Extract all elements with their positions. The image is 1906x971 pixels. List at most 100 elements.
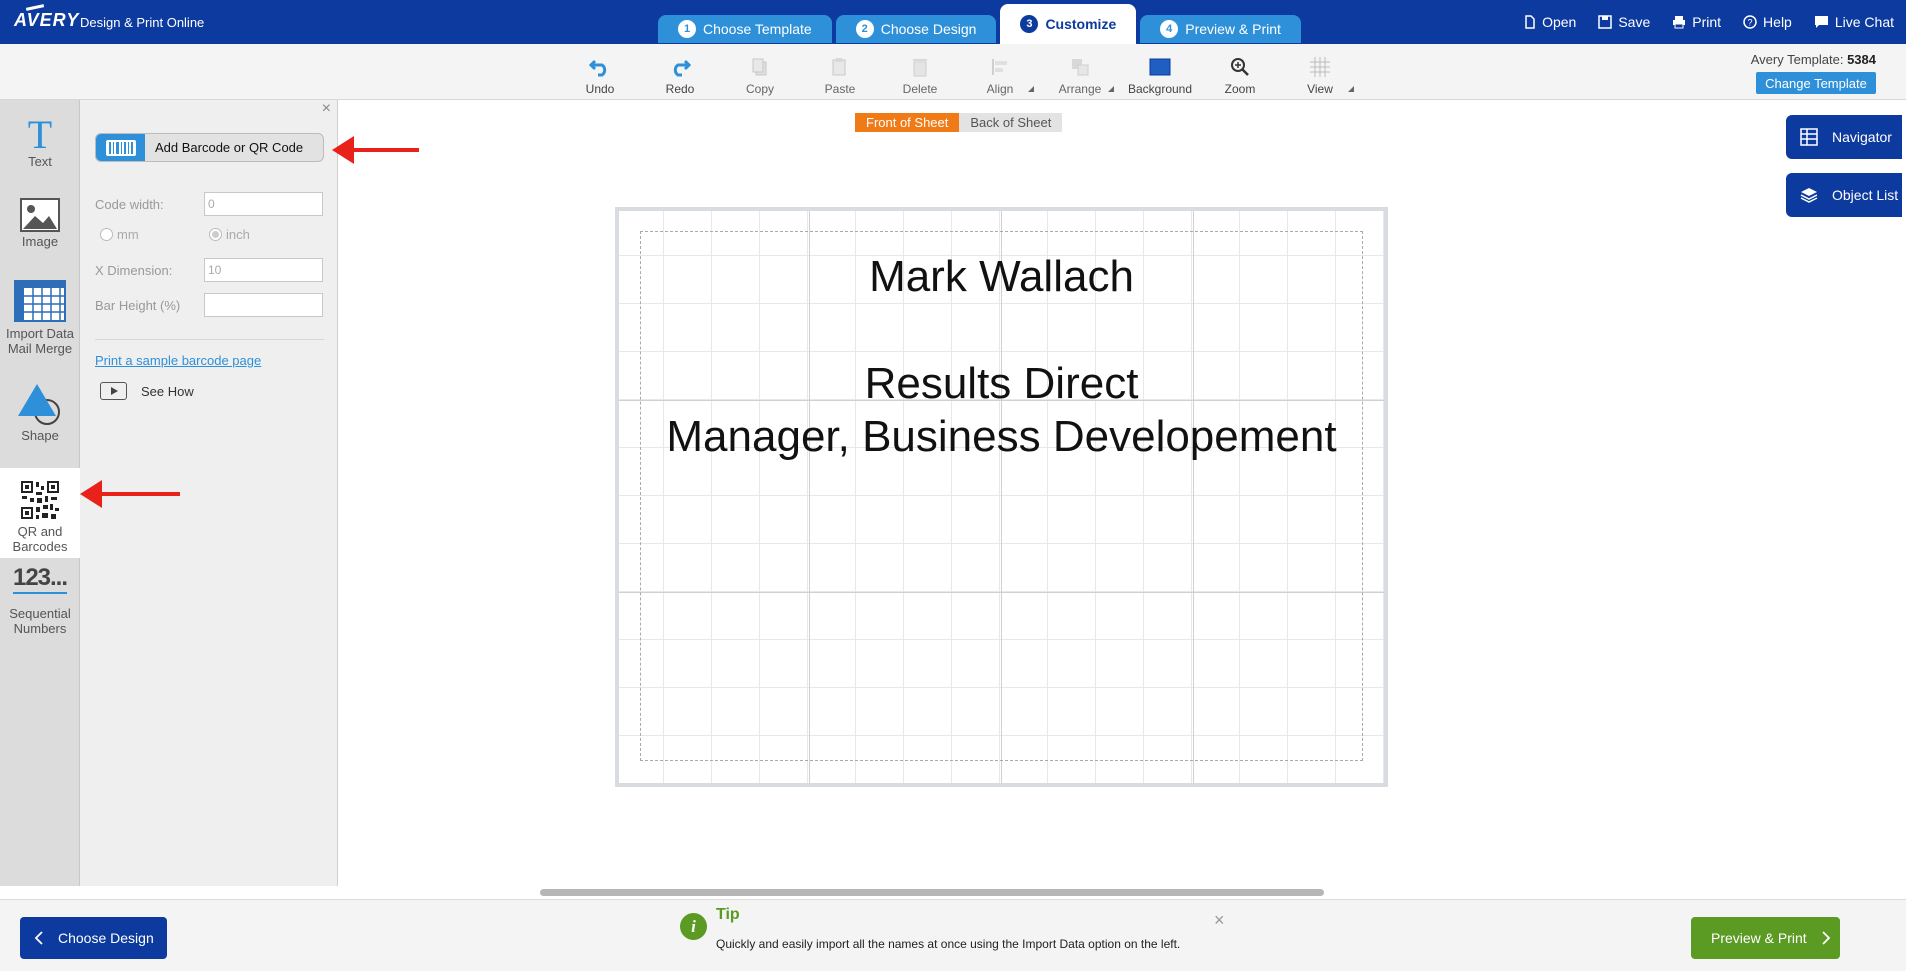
arrange-button[interactable]: Arrange <box>1040 48 1120 96</box>
unit-mm-label: mm <box>117 227 139 242</box>
step-choose-design[interactable]: 2 Choose Design <box>835 15 997 43</box>
unit-mm-radio[interactable]: mm <box>100 227 139 242</box>
zoom-icon <box>1228 55 1252 79</box>
choose-design-label: Choose Design <box>58 930 154 946</box>
live-chat-link[interactable]: Live Chat <box>1814 14 1894 30</box>
rail-item-label: QR and Barcodes <box>12 524 68 554</box>
radio-circle-icon <box>100 228 113 241</box>
step-label: Choose Design <box>880 21 977 37</box>
print-link[interactable]: Print <box>1672 14 1721 30</box>
align-label: Align <box>986 82 1014 96</box>
print-label: Print <box>1692 14 1722 30</box>
undo-icon <box>588 55 612 79</box>
layers-icon <box>1800 188 1818 203</box>
avery-template-info: Avery Template: 5384 <box>1751 52 1876 67</box>
rail-item-image[interactable]: Image <box>0 196 80 276</box>
unit-inch-radio[interactable]: inch <box>209 227 250 242</box>
help-link[interactable]: ? Help <box>1743 14 1792 30</box>
rail-item-qr-barcodes[interactable]: QR and Barcodes <box>0 468 80 558</box>
choose-design-back-button[interactable]: Choose Design <box>20 917 167 959</box>
live-chat-label: Live Chat <box>1834 14 1894 30</box>
open-file-icon <box>1525 15 1535 29</box>
rail-item-label: Import Data Mail Merge <box>6 326 74 356</box>
navigator-button[interactable]: Navigator <box>1786 115 1902 159</box>
panel-divider <box>95 339 324 340</box>
info-icon: i <box>680 913 707 940</box>
step-number: 3 <box>1020 15 1039 33</box>
tab-front-of-sheet[interactable]: Front of Sheet <box>855 113 960 132</box>
undo-button[interactable]: Undo <box>560 48 640 96</box>
product-name: Design & Print Online <box>80 15 205 30</box>
printer-icon <box>1673 16 1686 29</box>
copy-button[interactable]: Copy <box>720 48 800 96</box>
help-label: Help <box>1763 14 1792 30</box>
avery-logo[interactable]: AVERY <box>14 10 79 31</box>
delete-label: Delete <box>902 82 938 96</box>
redo-button[interactable]: Redo <box>640 48 720 96</box>
background-icon <box>1148 55 1172 79</box>
zoom-button[interactable]: Zoom <box>1200 48 1280 96</box>
step-label: Choose Template <box>703 21 812 37</box>
view-button[interactable]: View <box>1280 48 1360 96</box>
step-preview-print[interactable]: 4 Preview & Print <box>1140 15 1301 43</box>
open-link[interactable]: Open <box>1524 14 1576 30</box>
code-width-label: Code width: <box>95 197 164 212</box>
tab-back-of-sheet[interactable]: Back of Sheet <box>959 113 1063 132</box>
dropdown-triangle-icon <box>1028 86 1034 92</box>
step-number: 2 <box>855 20 874 38</box>
dropdown-triangle-icon <box>1108 86 1114 92</box>
rail-item-text[interactable]: T Text <box>0 112 80 190</box>
sheet-tabs: Front of Sheet Back of Sheet <box>855 113 1063 132</box>
label-text-title[interactable]: Manager, Business Developement <box>615 412 1388 462</box>
change-template-button[interactable]: Change Template <box>1756 72 1876 94</box>
x-dimension-input[interactable]: 10 <box>204 258 323 282</box>
object-list-button[interactable]: Object List <box>1786 173 1902 217</box>
shape-icon <box>18 384 60 425</box>
save-link[interactable]: Save <box>1598 14 1650 30</box>
delete-button[interactable]: Delete <box>880 48 960 96</box>
sequential-numbers-icon: 123... <box>12 564 68 594</box>
unit-inch-label: inch <box>226 227 250 242</box>
align-icon <box>988 55 1012 79</box>
preview-print-next-button[interactable]: Preview & Print <box>1691 917 1840 959</box>
redo-label: Redo <box>665 82 695 96</box>
print-sample-barcode-link[interactable]: Print a sample barcode page <box>95 353 261 368</box>
avery-template-label: Avery Template: <box>1750 52 1844 67</box>
see-how-link[interactable]: See How <box>100 382 194 400</box>
label-text-company[interactable]: Results Direct <box>615 359 1388 409</box>
step-tabs: 1 Choose Template 2 Choose Design 3 Customi… <box>658 4 1301 44</box>
step-customize[interactable]: 3 Customize <box>1000 4 1137 44</box>
step-number: 1 <box>678 20 696 38</box>
qr-code-icon <box>21 481 59 519</box>
annotation-arrow <box>80 480 180 508</box>
bottom-bar <box>0 899 1906 971</box>
add-barcode-label: Add Barcode or QR Code <box>155 140 304 155</box>
close-icon[interactable]: × <box>322 100 331 118</box>
rail-item-import-data[interactable]: Import Data Mail Merge <box>0 280 80 380</box>
close-icon[interactable]: × <box>1214 910 1225 931</box>
help-icon: ? <box>1743 15 1757 29</box>
code-width-input[interactable]: 0 <box>204 192 323 216</box>
x-dimension-label: X Dimension: <box>95 263 173 278</box>
step-choose-template[interactable]: 1 Choose Template <box>658 15 832 43</box>
paste-button[interactable]: Paste <box>800 48 880 96</box>
rail-item-shape[interactable]: Shape <box>0 378 80 470</box>
label-text-name[interactable]: Mark Wallach <box>615 252 1388 302</box>
align-button[interactable]: Align <box>960 48 1040 96</box>
arrange-icon <box>1068 55 1092 79</box>
horizontal-scrollbar[interactable] <box>540 889 1324 896</box>
rail-item-sequential-numbers[interactable]: 123... Sequential Numbers <box>0 564 80 654</box>
svg-text:T: T <box>28 112 52 154</box>
background-button[interactable]: Background <box>1120 48 1200 96</box>
bar-height-input[interactable] <box>204 293 323 317</box>
add-barcode-button[interactable]: Add Barcode or QR Code <box>95 133 324 162</box>
rail-item-label: Image <box>21 234 59 249</box>
save-label: Save <box>1618 14 1651 30</box>
chat-icon <box>1814 16 1828 28</box>
left-tool-rail: T Text Image Import Data Mail Merge Shap… <box>0 100 80 886</box>
paste-icon <box>828 55 852 79</box>
preview-print-label: Preview & Print <box>1711 930 1807 946</box>
background-label: Background <box>1127 82 1193 96</box>
image-icon <box>20 198 60 232</box>
safe-area-border <box>640 231 1363 761</box>
